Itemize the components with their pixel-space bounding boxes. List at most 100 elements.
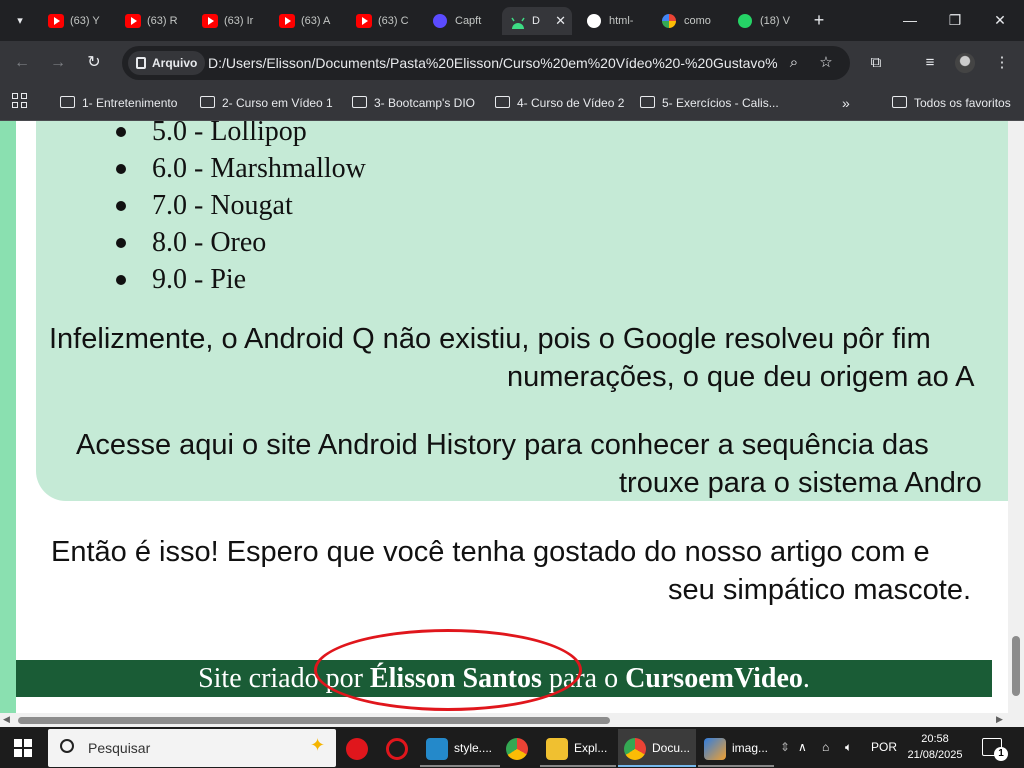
bookmarks-overflow-button[interactable]: » <box>842 93 850 113</box>
tab-youtube-3[interactable]: (63) Ir <box>194 7 264 35</box>
opera-gx-icon <box>346 738 368 760</box>
taskbar-chrome-document[interactable]: Docu... <box>618 729 696 767</box>
github-icon <box>587 14 601 28</box>
taskbar-search-box[interactable]: Pesquisar ✦ <box>48 729 336 767</box>
taskbar-opera-gx[interactable] <box>340 729 378 767</box>
tab-label: (63) Y <box>70 15 100 27</box>
bookmark-label: 5- Exercícios - Calis... <box>662 96 779 110</box>
site-info-chip[interactable]: Arquivo <box>128 51 206 75</box>
vscode-icon <box>426 738 448 760</box>
site-info-label: Arquivo <box>152 56 198 70</box>
folder-icon <box>200 96 215 108</box>
android-icon <box>510 14 526 29</box>
youtube-icon <box>125 14 141 28</box>
taskbar-file-explorer[interactable]: Expl... <box>540 729 616 767</box>
tab-label: (18) V <box>760 15 790 27</box>
taskbar-app-label: style.... <box>454 741 493 755</box>
tab-capcut[interactable]: Capft <box>425 7 495 35</box>
search-placeholder: Pesquisar <box>88 740 151 756</box>
network-icon[interactable]: ⌂ <box>822 727 829 768</box>
paint-icon <box>704 738 726 760</box>
close-tab-icon[interactable]: ✕ <box>555 7 566 35</box>
forward-button[interactable]: → <box>46 51 70 75</box>
tab-youtube-1[interactable]: (63) Y <box>40 7 110 35</box>
tab-search-chevron-icon[interactable]: ▾ <box>8 9 32 33</box>
new-tab-button[interactable]: + <box>808 9 830 31</box>
show-hidden-icons-chevron-icon[interactable]: ∧ <box>798 727 807 768</box>
reload-button[interactable]: ↻ <box>82 51 106 75</box>
paragraph-history-line1[interactable]: Acesse aqui o site Android History para … <box>76 427 929 464</box>
folder-icon <box>892 96 907 108</box>
sparkle-icon: ✦ <box>310 735 326 755</box>
close-window-button[interactable]: ✕ <box>985 8 1015 32</box>
tab-youtube-2[interactable]: (63) R <box>117 7 187 35</box>
tab-google[interactable]: como <box>654 7 724 35</box>
list-item: 9.0 - Pie <box>116 261 366 298</box>
youtube-icon <box>48 14 64 28</box>
minimize-button[interactable]: — <box>895 8 925 32</box>
browser-toolbar: ← → ↻ Arquivo D:/Users/Elisson/Documents… <box>0 41 1024 85</box>
tab-youtube-4[interactable]: (63) A <box>271 7 341 35</box>
folder-icon <box>60 96 75 108</box>
paragraph-android-q-line2: numerações, o que deu origem ao A <box>507 361 975 393</box>
bookmark-folder-1[interactable]: 1- Entretenimento <box>60 93 177 113</box>
volume-icon[interactable]: 🔈︎ <box>845 727 852 768</box>
tab-strip: ▾ (63) Y (63) R (63) Ir (63) A (63) C Ca… <box>0 0 1024 41</box>
media-control-icon[interactable]: ≡ <box>918 51 942 75</box>
tab-label: como <box>684 15 711 27</box>
tab-whatsapp[interactable]: (18) V <box>730 7 800 35</box>
scroll-left-arrow-icon[interactable]: ◀ <box>3 714 10 725</box>
tab-android-active[interactable]: D ✕ <box>502 7 572 35</box>
profile-avatar[interactable] <box>955 53 975 73</box>
scroll-right-arrow-icon[interactable]: ▶ <box>996 714 1003 725</box>
windows-start-icon[interactable] <box>14 739 32 757</box>
horizontal-scroll-thumb[interactable] <box>18 717 610 724</box>
horizontal-scrollbar[interactable]: ◀ ▶ <box>0 713 1024 727</box>
vertical-scrollbar[interactable] <box>1008 121 1024 713</box>
clock-time: 20:58 <box>921 733 949 745</box>
opera-icon <box>386 738 408 760</box>
paragraph-end-line1: Então é isso! Espero que você tenha gost… <box>51 536 930 568</box>
list-item: 6.0 - Marshmallow <box>116 150 366 187</box>
bookmark-folder-2[interactable]: 2- Curso em Vídeo 1 <box>200 93 333 113</box>
red-ellipse-annotation <box>314 629 582 711</box>
taskbar-chrome[interactable] <box>500 729 538 767</box>
taskbar-scroll-arrow-icon[interactable]: ⇕ <box>780 727 790 768</box>
taskbar-paint[interactable]: imag... <box>698 729 774 767</box>
android-versions-list: 5.0 - Lollipop 6.0 - Marshmallow 7.0 - N… <box>116 121 366 298</box>
bookmark-folder-5[interactable]: 5- Exercícios - Calis... <box>640 93 779 113</box>
list-item: 5.0 - Lollipop <box>116 121 366 150</box>
address-bar[interactable]: Arquivo D:/Users/Elisson/Documents/Pasta… <box>122 46 850 80</box>
back-button[interactable]: ← <box>10 51 34 75</box>
bookmark-folder-3[interactable]: 3- Bootcamp's DIO <box>352 93 475 113</box>
youtube-icon <box>202 14 218 28</box>
tab-youtube-5[interactable]: (63) C <box>348 7 418 35</box>
url-text[interactable]: D:/Users/Elisson/Documents/Pasta%20Eliss… <box>208 46 778 80</box>
list-item: 7.0 - Nougat <box>116 187 366 224</box>
bookmark-star-icon[interactable]: ☆ <box>816 53 836 73</box>
all-favorites-folder[interactable]: Todos os favoritos <box>892 93 1011 113</box>
language-indicator[interactable]: POR <box>871 727 897 768</box>
bookmark-folder-4[interactable]: 4- Curso de Vídeo 2 <box>495 93 624 113</box>
bookmark-label: 4- Curso de Vídeo 2 <box>517 96 625 110</box>
vertical-scroll-thumb[interactable] <box>1012 636 1020 696</box>
whatsapp-icon <box>738 14 752 28</box>
taskbar-clock[interactable]: 20:58 21/08/2025 <box>900 731 970 763</box>
footer-site-link[interactable]: CursoemVideo <box>625 663 803 694</box>
file-icon <box>136 57 146 69</box>
taskbar-opera[interactable] <box>380 729 418 767</box>
apps-grid-icon[interactable] <box>12 93 28 109</box>
bookmark-label: Todos os favoritos <box>914 96 1011 110</box>
tab-label: D <box>532 15 540 27</box>
extensions-icon[interactable]: ⧉ <box>864 51 888 75</box>
zoom-icon[interactable]: ⌕ <box>784 53 804 73</box>
taskbar-app-label: Expl... <box>574 741 608 755</box>
menu-kebab-icon[interactable]: ⋮ <box>990 51 1014 75</box>
capcut-icon <box>433 14 447 28</box>
bookmark-label: 2- Curso em Vídeo 1 <box>222 96 333 110</box>
tab-label: Capft <box>455 15 482 27</box>
taskbar-vscode[interactable]: style.... <box>420 729 500 767</box>
maximize-button[interactable]: ❐ <box>940 8 970 32</box>
tab-github[interactable]: html- <box>579 7 649 35</box>
paragraph-android-q-line1: Infelizmente, o Android Q não existiu, p… <box>49 323 931 355</box>
